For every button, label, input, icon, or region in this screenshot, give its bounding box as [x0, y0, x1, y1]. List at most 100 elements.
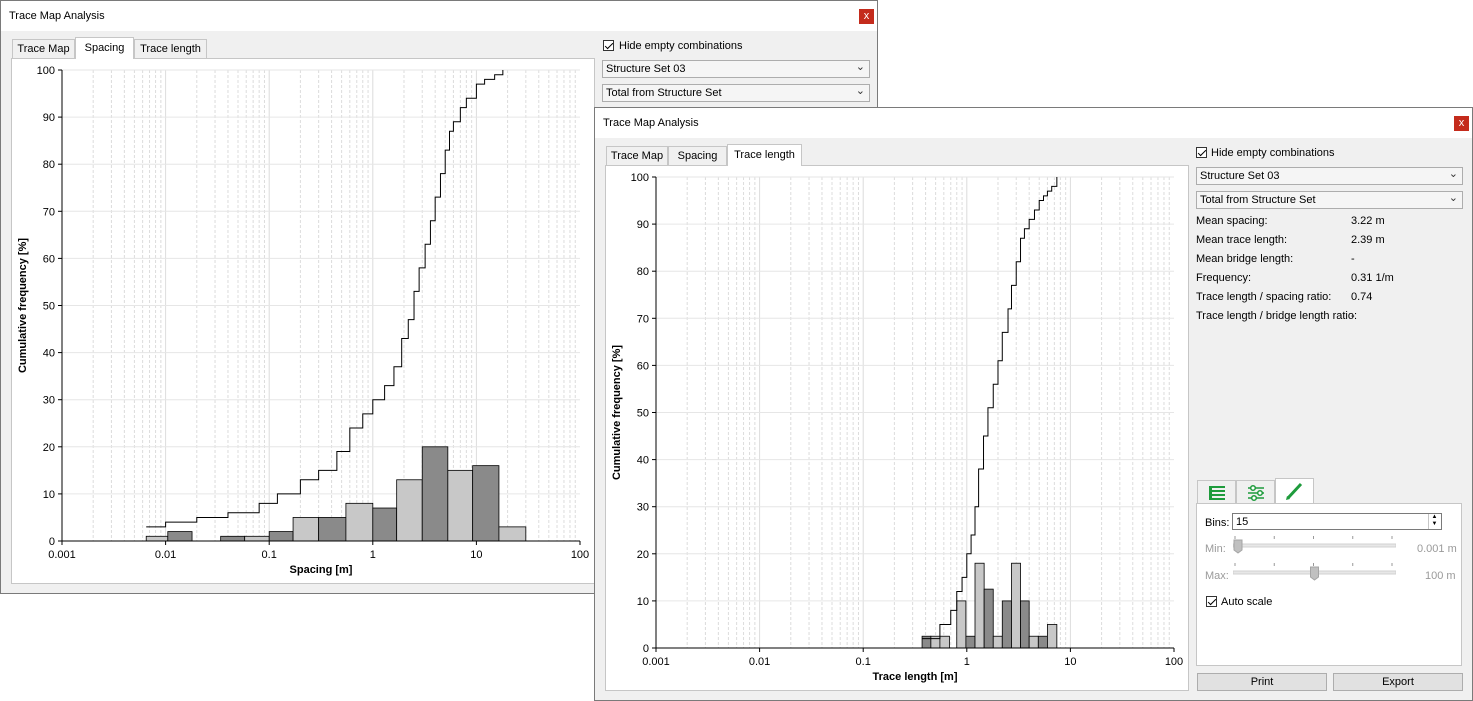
histogram-bar — [992, 635, 1003, 649]
tab-sliders[interactable] — [1236, 480, 1275, 504]
y-tick-label: 80 — [637, 266, 649, 278]
y-tick-label: 20 — [43, 442, 55, 454]
close-button[interactable]: x — [859, 9, 874, 24]
x-axis-label: Trace length [m] — [873, 671, 958, 683]
hide-empty-label: Hide empty combinations — [1211, 147, 1335, 159]
chart-panel: 0 10 20 30 40 50 60 70 80 90 100 0.001 0.01 0.1 1 10 100… — [605, 165, 1189, 691]
title-bar[interactable]: Trace Map Analysis x — [1, 1, 877, 31]
histogram-bar — [220, 535, 246, 542]
y-tick-label: 80 — [43, 159, 55, 171]
tab-table[interactable] — [1197, 480, 1236, 504]
stat-value: 0.31 1/m — [1351, 272, 1394, 284]
stat-label: Frequency: — [1196, 272, 1252, 284]
histogram-bar — [318, 517, 347, 542]
chart-panel: 0 10 20 30 40 50 60 70 80 90 100 0.001 0.01 0.1 1 10 100… — [11, 58, 595, 584]
y-axis-label: Cumulative frequency [%] — [17, 238, 29, 373]
y-tick-label: 60 — [43, 253, 55, 265]
pencil-icon — [1286, 482, 1303, 500]
hide-empty-checkbox[interactable] — [603, 40, 614, 51]
close-button[interactable]: x — [1454, 116, 1469, 131]
y-tick-label: 70 — [43, 206, 55, 218]
x-tick-label: 1 — [964, 656, 970, 668]
y-tick-label: 30 — [43, 395, 55, 407]
histogram-bar — [292, 517, 320, 542]
histogram-bar — [983, 588, 994, 649]
tab-trace-map[interactable]: Trace Map — [606, 146, 668, 165]
window-title: Trace Map Analysis — [603, 117, 699, 129]
stat-label: Trace length / bridge length ratio: — [1196, 310, 1358, 322]
y-tick-label: 90 — [43, 112, 55, 124]
stat-label: Mean spacing: — [1196, 215, 1268, 227]
stat-label: Trace length / spacing ratio: — [1196, 291, 1332, 303]
max-value: 100 m — [1425, 570, 1456, 582]
min-slider[interactable] — [1232, 536, 1397, 554]
x-tick-label: 100 — [571, 549, 589, 561]
print-button[interactable]: Print — [1197, 673, 1327, 691]
tab-spacing[interactable]: Spacing — [75, 37, 134, 59]
histogram-bar — [1011, 562, 1021, 649]
y-tick-label: 10 — [43, 489, 55, 501]
histogram-bar — [956, 600, 967, 649]
slider-thumb[interactable] — [1310, 566, 1319, 581]
histogram-bar — [244, 535, 270, 542]
trace-length-chart: 0 10 20 30 40 50 60 70 80 90 100 0.001 0.01 0.1 1 10 100… — [611, 172, 1183, 683]
export-button[interactable]: Export — [1333, 673, 1463, 691]
histogram-bar — [930, 635, 941, 649]
stat-label: Mean bridge length: — [1196, 253, 1294, 265]
total-dropdown[interactable]: Total from Structure Set ⌄ — [602, 84, 870, 102]
x-tick-label: 10 — [470, 549, 482, 561]
max-slider[interactable] — [1232, 563, 1397, 581]
structure-set-dropdown[interactable]: Structure Set 03 ⌄ — [602, 60, 870, 78]
y-tick-label: 0 — [643, 643, 649, 655]
bins-value: 15 — [1236, 516, 1249, 528]
trace-map-analysis-window-front: Trace Map Analysis x Trace Map Spacing T… — [594, 107, 1473, 701]
y-tick-label: 60 — [637, 360, 649, 372]
histogram-bar — [965, 635, 976, 649]
tab-spacing[interactable]: Spacing — [668, 146, 727, 165]
min-value: 0.001 m — [1417, 543, 1457, 555]
structure-set-dropdown[interactable]: Structure Set 03 ⌄ — [1196, 167, 1463, 185]
histogram-bar — [167, 531, 193, 542]
auto-scale-label: Auto scale — [1221, 596, 1273, 608]
tab-edit[interactable] — [1275, 478, 1314, 504]
spacing-chart: 0 10 20 30 40 50 60 70 80 90 100 0.001 0.01 0.1 1 10 100… — [17, 65, 589, 576]
total-value: Total from Structure Set — [1200, 194, 1316, 206]
x-tick-label: 0.01 — [749, 656, 770, 668]
y-tick-label: 50 — [637, 408, 649, 420]
y-tick-label: 10 — [637, 596, 649, 608]
auto-scale-checkbox[interactable] — [1206, 596, 1217, 607]
x-tick-label: 0.1 — [262, 549, 277, 561]
tab-trace-length[interactable]: Trace length — [134, 39, 207, 58]
x-tick-label: 0.001 — [48, 549, 76, 561]
structure-set-value: Structure Set 03 — [1200, 170, 1280, 182]
histogram-bar — [939, 635, 950, 649]
slider-track — [1232, 536, 1397, 554]
bins-stepper[interactable]: 15 ▲ ▼ — [1232, 513, 1442, 530]
title-bar[interactable]: Trace Map Analysis x — [595, 108, 1472, 138]
window-title: Trace Map Analysis — [9, 10, 105, 22]
slider-thumb[interactable] — [1233, 539, 1243, 554]
chevron-down-icon: ⌄ — [1448, 168, 1458, 180]
histogram-bar — [498, 526, 527, 542]
stat-value: - — [1351, 253, 1355, 265]
hide-empty-checkbox[interactable] — [1196, 147, 1207, 158]
cumulative-frequency-line — [922, 177, 1058, 640]
tab-trace-length[interactable]: Trace length — [727, 144, 802, 166]
chevron-down-icon: ⌄ — [855, 61, 865, 73]
histogram-bar — [1028, 635, 1039, 649]
tab-trace-map[interactable]: Trace Map — [12, 39, 75, 58]
histogram-bar — [921, 635, 932, 649]
x-tick-label: 0.01 — [155, 549, 176, 561]
histogram-bar — [372, 507, 398, 542]
chevron-down-icon: ⌄ — [855, 85, 865, 97]
min-label: Min: — [1205, 543, 1226, 555]
histogram-bar — [145, 535, 169, 542]
slider-rail — [1232, 543, 1397, 548]
histogram-bar — [396, 479, 423, 542]
stat-label: Mean trace length: — [1196, 234, 1288, 246]
table-icon — [1209, 486, 1225, 500]
total-dropdown[interactable]: Total from Structure Set ⌄ — [1196, 191, 1463, 209]
x-tick-label: 0.1 — [856, 656, 871, 668]
stepper-arrows-icon[interactable]: ▲ ▼ — [1428, 514, 1440, 529]
x-tick-label: 10 — [1064, 656, 1076, 668]
